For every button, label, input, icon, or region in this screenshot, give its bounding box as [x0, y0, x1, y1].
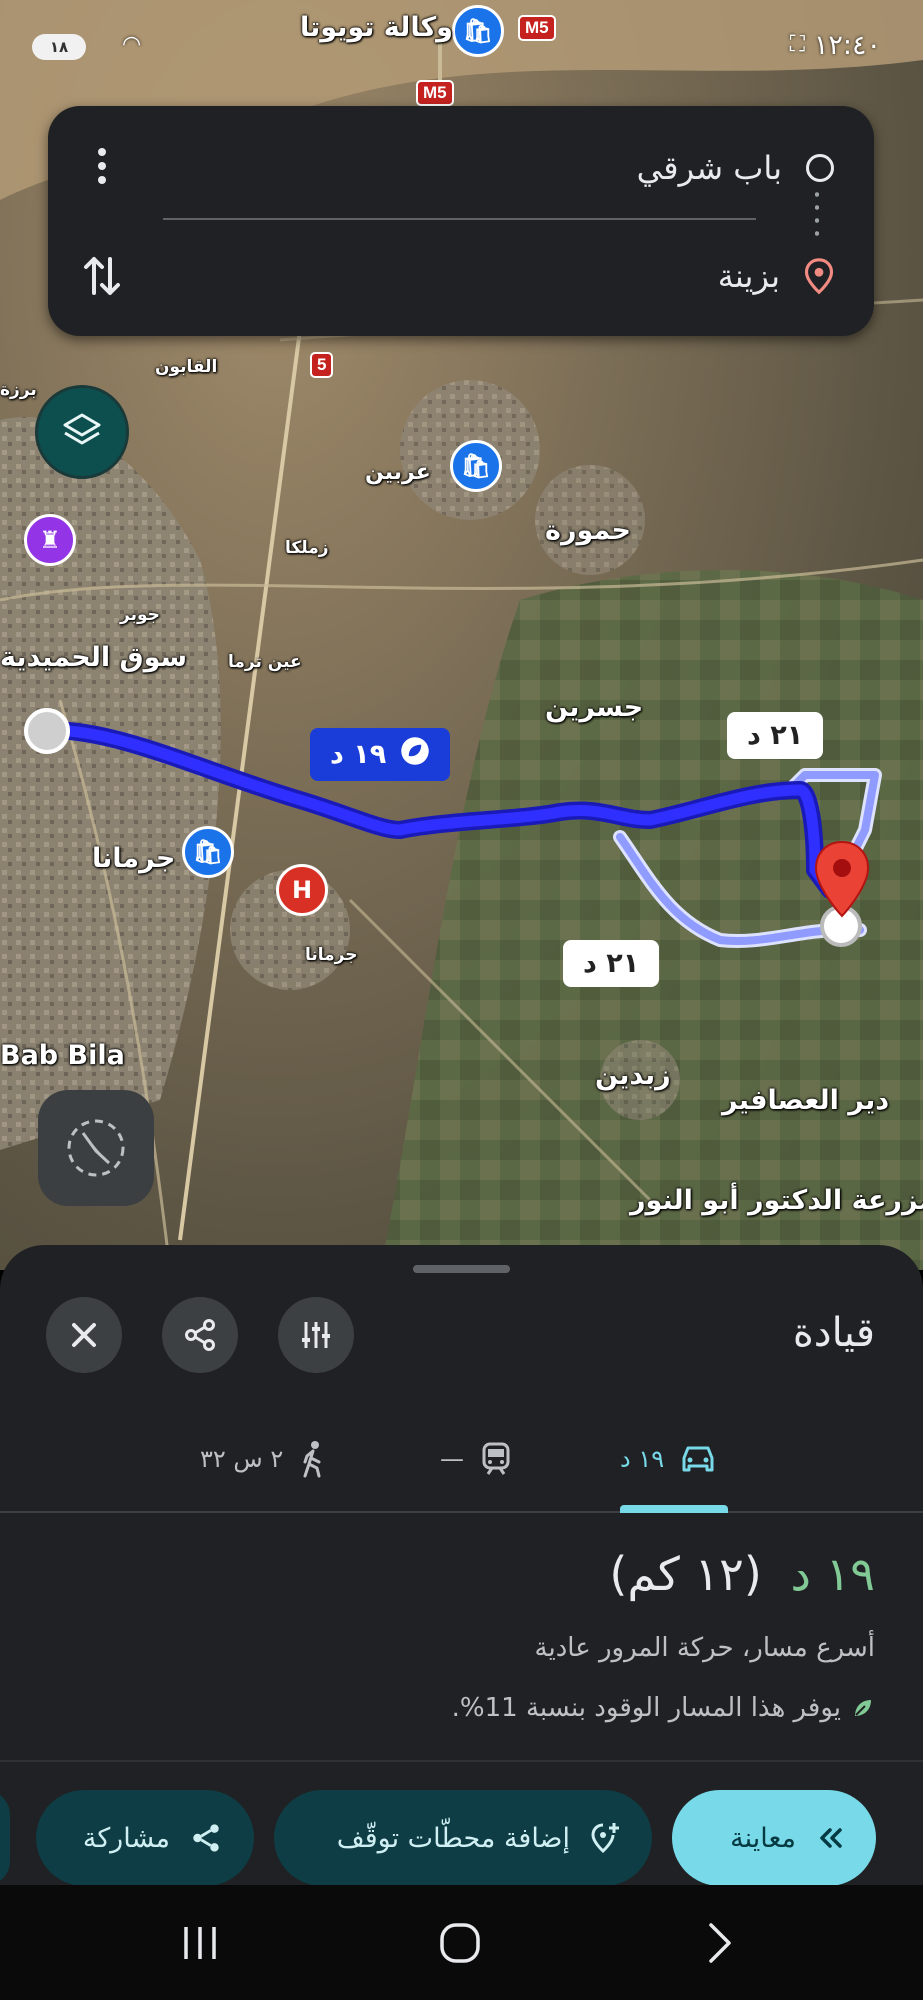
map-label: زبدين	[595, 1060, 671, 1091]
route-description: أسرع مسار، حركة المرور عادية	[534, 1633, 875, 1663]
home-button[interactable]	[400, 1885, 520, 2000]
divider	[163, 218, 756, 220]
back-icon	[709, 1922, 731, 1963]
compass-icon	[67, 1119, 125, 1177]
map-label: جسرين	[545, 692, 644, 723]
map-label: دير العصافير	[722, 1085, 890, 1116]
route-summary[interactable]: ١٩ د (١٢ كم)	[609, 1547, 875, 1601]
tab-transit[interactable]: —	[440, 1405, 512, 1513]
landmark-icon[interactable]: ♜	[24, 514, 76, 566]
wifi-icon: ◠	[122, 32, 142, 57]
add-stops-button[interactable]: إضافة محطّات توقّف	[274, 1790, 652, 1886]
compass-button[interactable]	[38, 1090, 154, 1206]
layers-button[interactable]	[35, 385, 129, 479]
route-duration: ١٩ د	[790, 1547, 875, 1601]
directions-card: باب شرقي بزينة	[48, 106, 874, 336]
map-view[interactable]: ١٨ ◠ ⛶ ١٢:٤٠ M5 M5 5 🛍 🛍 🛍 H ♜ وكالة توي…	[0, 0, 923, 1270]
shopping-icon[interactable]: 🛍	[450, 440, 502, 492]
route-time-bubble-alt[interactable]: ٢١ د	[727, 712, 824, 759]
swap-vertical-icon	[84, 257, 120, 295]
share-button[interactable]	[162, 1297, 238, 1373]
map-label: وكالة تويوتا	[300, 12, 453, 43]
add-location-icon	[591, 1823, 619, 1854]
eco-leaf-icon	[400, 736, 430, 773]
action-bar: معاينة إضافة محطّات توقّف مشاركة	[0, 1760, 923, 1886]
hospital-icon[interactable]: H	[276, 864, 328, 916]
directions-sheet: قيادة ١٩ د — ٢ س ٣٢ ١٩ د (١٢ كم) أسرع مس…	[0, 1245, 923, 1886]
more-button[interactable]	[78, 136, 126, 196]
swap-button[interactable]	[78, 246, 126, 306]
destination-pin-icon[interactable]	[812, 840, 872, 920]
shopping-icon[interactable]: 🛍	[182, 826, 234, 878]
car-icon	[682, 1446, 714, 1472]
sheet-title: قيادة	[792, 1310, 875, 1356]
route-options-button[interactable]	[278, 1297, 354, 1373]
share-icon	[193, 1824, 219, 1852]
map-label: جرمانا	[92, 843, 176, 874]
tab-drive[interactable]: ١٩ د	[620, 1405, 716, 1513]
preview-button[interactable]: معاينة	[672, 1790, 876, 1886]
map-label: عين ترما	[228, 652, 302, 672]
travel-mode-tabs: ١٩ د — ٢ س ٣٢	[0, 1405, 923, 1513]
recents-icon	[184, 1926, 216, 1959]
more-vert-icon	[98, 148, 106, 184]
map-label: سوق الحميدية	[0, 642, 188, 673]
active-tab-indicator	[620, 1505, 728, 1513]
fuel-saving-note: يوفر هذا المسار الوقود بنسبة 11%.	[452, 1693, 875, 1723]
close-icon	[72, 1323, 96, 1347]
route-time-bubble-main[interactable]: ١٩ د	[310, 728, 451, 781]
origin-field[interactable]: باب شرقي	[637, 138, 834, 198]
route-time-bubble-alt[interactable]: ٢١ د	[563, 940, 660, 987]
tune-icon	[302, 1322, 330, 1348]
shopping-icon[interactable]: 🛍	[452, 5, 504, 57]
destination-text: بزينة	[717, 257, 780, 295]
road-shield-5: 5	[310, 352, 334, 378]
layers-icon	[63, 413, 101, 445]
double-chevron-icon	[820, 1828, 842, 1848]
share-route-button[interactable]: مشاركة	[36, 1790, 254, 1886]
map-label: زملكا	[285, 538, 329, 558]
map-label: مزرعة الدكتور أبو النور	[630, 1185, 923, 1216]
close-button[interactable]	[46, 1297, 122, 1373]
recents-button[interactable]	[140, 1885, 260, 2000]
map-label: القابون	[155, 357, 218, 377]
walk-icon	[303, 1441, 321, 1478]
location-pin-icon	[804, 258, 834, 295]
share-icon	[185, 1319, 215, 1351]
road-shield-m5: M5	[518, 15, 556, 41]
origin-circle-icon	[806, 154, 834, 182]
status-time: ١٢:٤٠	[813, 30, 881, 61]
battery-indicator: ١٨	[32, 34, 86, 60]
destination-field[interactable]: بزينة	[718, 246, 834, 306]
more-actions-button[interactable]	[0, 1790, 10, 1886]
back-button[interactable]	[660, 1885, 780, 2000]
eco-leaf-icon	[855, 1700, 871, 1716]
map-label: Bab Bila	[0, 1040, 125, 1071]
route-distance: (١٢ كم)	[609, 1547, 762, 1601]
map-label: جوبر	[120, 605, 160, 625]
sheet-drag-handle[interactable]	[413, 1265, 510, 1273]
map-label: برزة	[0, 380, 37, 400]
map-label: عربين	[365, 460, 431, 485]
origin-marker[interactable]	[24, 708, 70, 754]
map-label: جرمانا	[305, 945, 358, 965]
map-label: حمورة	[545, 515, 631, 546]
road-shield-m5: M5	[416, 80, 454, 106]
screenshot-icon: ⛶	[789, 32, 805, 57]
train-icon	[482, 1442, 510, 1475]
connector-dots	[815, 188, 819, 240]
origin-text: باب شرقي	[636, 149, 782, 187]
tab-walk[interactable]: ٢ س ٣٢	[200, 1405, 327, 1513]
system-navigation-bar	[0, 1885, 923, 2000]
home-icon	[440, 1922, 480, 1963]
